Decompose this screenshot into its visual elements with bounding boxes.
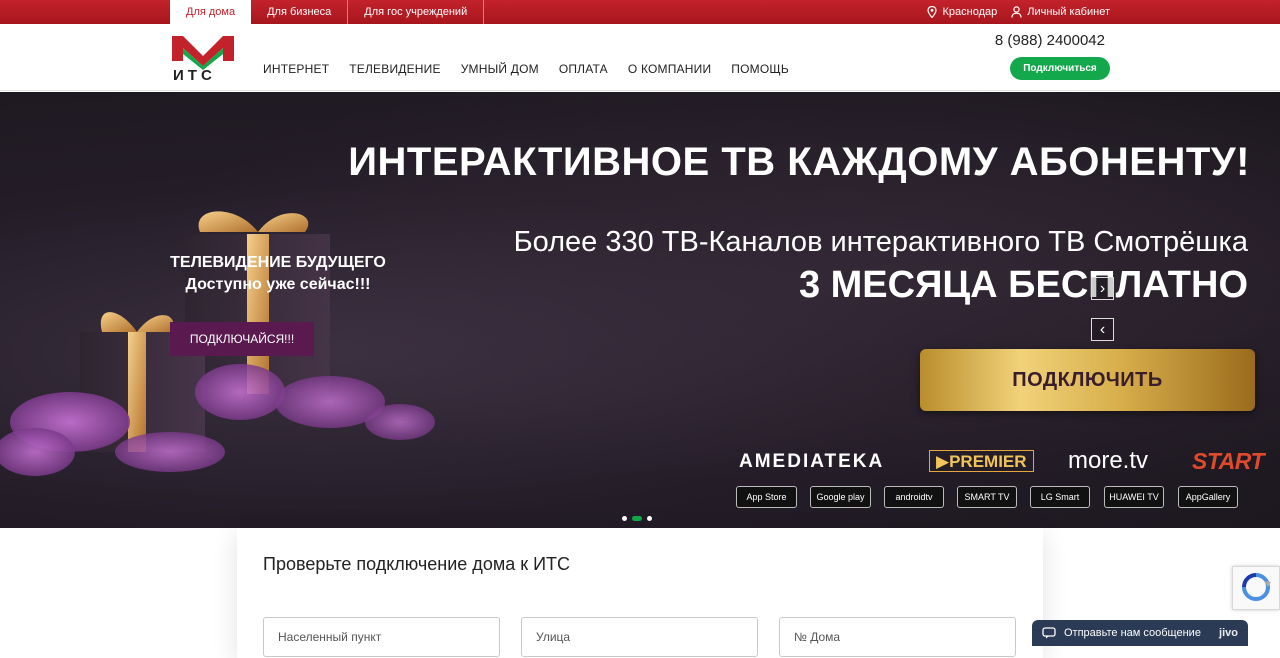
badge-app-store[interactable]: App Store — [736, 486, 797, 508]
brand-amediateka: AMEDIATEKA — [739, 451, 885, 472]
promo-connect-button[interactable]: ПОДКЛЮЧАЙСЯ!!! — [170, 322, 314, 356]
badge-huawei-tv[interactable]: HUAWEI TV — [1104, 486, 1164, 508]
hero-connect-button[interactable]: ПОДКЛЮЧИТЬ — [920, 349, 1255, 411]
site-header: ИТС ИНТЕРНЕТ ТЕЛЕВИДЕНИЕ УМНЫЙ ДОМ ОПЛАТ… — [0, 24, 1280, 91]
badge-smart-tv[interactable]: SMART TV — [957, 486, 1017, 508]
nav-internet[interactable]: ИНТЕРНЕТ — [263, 62, 329, 76]
phone-number[interactable]: 8 (988) 2400042 — [995, 32, 1105, 49]
brand-moretv: more.tv — [1068, 447, 1149, 474]
user-icon — [1011, 6, 1022, 18]
chevron-left-icon: ‹ — [1099, 321, 1106, 338]
city-label: Краснодар — [942, 6, 998, 18]
slider-prev-button[interactable]: ‹ — [1091, 318, 1114, 341]
logo-wordmark: ИТС — [173, 67, 216, 84]
chat-bubble-icon — [1042, 627, 1056, 639]
tab-government[interactable]: Для гос учреждений — [348, 0, 485, 24]
nav-help[interactable]: ПОМОЩЬ — [731, 62, 789, 76]
house-number-field[interactable]: № Дома — [779, 617, 1016, 657]
hero-title: ИНТЕРАКТИВНОЕ ТВ КАЖДОМУ АБОНЕНТУ! — [348, 140, 1250, 184]
its-logo[interactable]: ИТС — [169, 30, 237, 86]
city-field[interactable]: Населенный пункт — [263, 617, 500, 657]
tab-business[interactable]: Для бизнеса — [251, 0, 349, 24]
badge-app-gallery[interactable]: AppGallery — [1178, 486, 1238, 508]
slider-next-button[interactable]: › — [1091, 277, 1114, 300]
nav-smart-home[interactable]: УМНЫЙ ДОМ — [461, 62, 539, 76]
partner-brands: AMEDIATEKA ▶PREMIER more.tv START — [739, 447, 1265, 477]
badge-google-play[interactable]: Google play — [810, 486, 871, 508]
check-connection-card: Проверьте подключение дома к ИТС Населен… — [237, 528, 1043, 658]
top-bar: Для дома Для бизнеса Для гос учреждений … — [0, 0, 1280, 25]
street-field[interactable]: Улица — [521, 617, 758, 657]
promo-line-1: ТЕЛЕВИДЕНИЕ БУДУЩЕГО — [170, 254, 386, 271]
slider-dot-1[interactable] — [622, 516, 627, 521]
nav-tv[interactable]: ТЕЛЕВИДЕНИЕ — [349, 62, 440, 76]
chevron-right-icon: › — [1099, 280, 1106, 297]
main-nav: ИНТЕРНЕТ ТЕЛЕВИДЕНИЕ УМНЫЙ ДОМ ОПЛАТА О … — [263, 62, 789, 76]
nav-about[interactable]: О КОМПАНИИ — [628, 62, 711, 76]
hero-free-months: 3 МЕСЯЦА БЕСПЛАТНО — [798, 264, 1248, 306]
audience-tabs: Для дома Для бизнеса Для гос учреждений — [170, 0, 485, 25]
slider-dot-3[interactable] — [647, 516, 652, 521]
tab-home[interactable]: Для дома — [170, 0, 252, 25]
nav-payment[interactable]: ОПЛАТА — [559, 62, 608, 76]
brand-start: START — [1192, 448, 1265, 474]
brand-premier-label: PREMIER — [949, 452, 1027, 471]
badge-android-tv[interactable]: androidtv — [884, 486, 944, 508]
brand-premier: ▶PREMIER — [929, 450, 1034, 472]
city-selector[interactable]: Краснодар — [927, 6, 997, 18]
check-title: Проверьте подключение дома к ИТС — [263, 554, 571, 574]
slider-dot-2[interactable] — [632, 516, 642, 521]
recaptcha-badge[interactable] — [1232, 566, 1280, 610]
top-bar-right: Краснодар Личный кабинет — [927, 0, 1110, 24]
chat-widget[interactable]: Отправьте нам сообщение jivo — [1032, 620, 1248, 646]
promo-text: ТЕЛЕВИДЕНИЕ БУДУЩЕГО Доступно уже сейчас… — [168, 254, 388, 294]
chat-brand: jivo — [1219, 627, 1238, 639]
connect-button[interactable]: Подключиться — [1010, 57, 1110, 80]
recaptcha-icon — [1242, 573, 1271, 601]
badge-lg-smart[interactable]: LG Smart — [1030, 486, 1090, 508]
hero-subtitle: Более 330 ТВ-Каналов интерактивного ТВ С… — [513, 226, 1248, 258]
cabinet-label: Личный кабинет — [1027, 6, 1110, 18]
cabinet-link[interactable]: Личный кабинет — [1011, 6, 1110, 18]
logo-mark-icon: ИТС — [172, 36, 234, 84]
promo-line-2: Доступно уже сейчас!!! — [185, 276, 371, 293]
location-pin-icon — [927, 6, 938, 18]
chat-label: Отправьте нам сообщение — [1064, 627, 1201, 639]
hero-slider: ИНТЕРАКТИВНОЕ ТВ КАЖДОМУ АБОНЕНТУ! Более… — [0, 92, 1280, 528]
slider-dots — [622, 516, 652, 521]
